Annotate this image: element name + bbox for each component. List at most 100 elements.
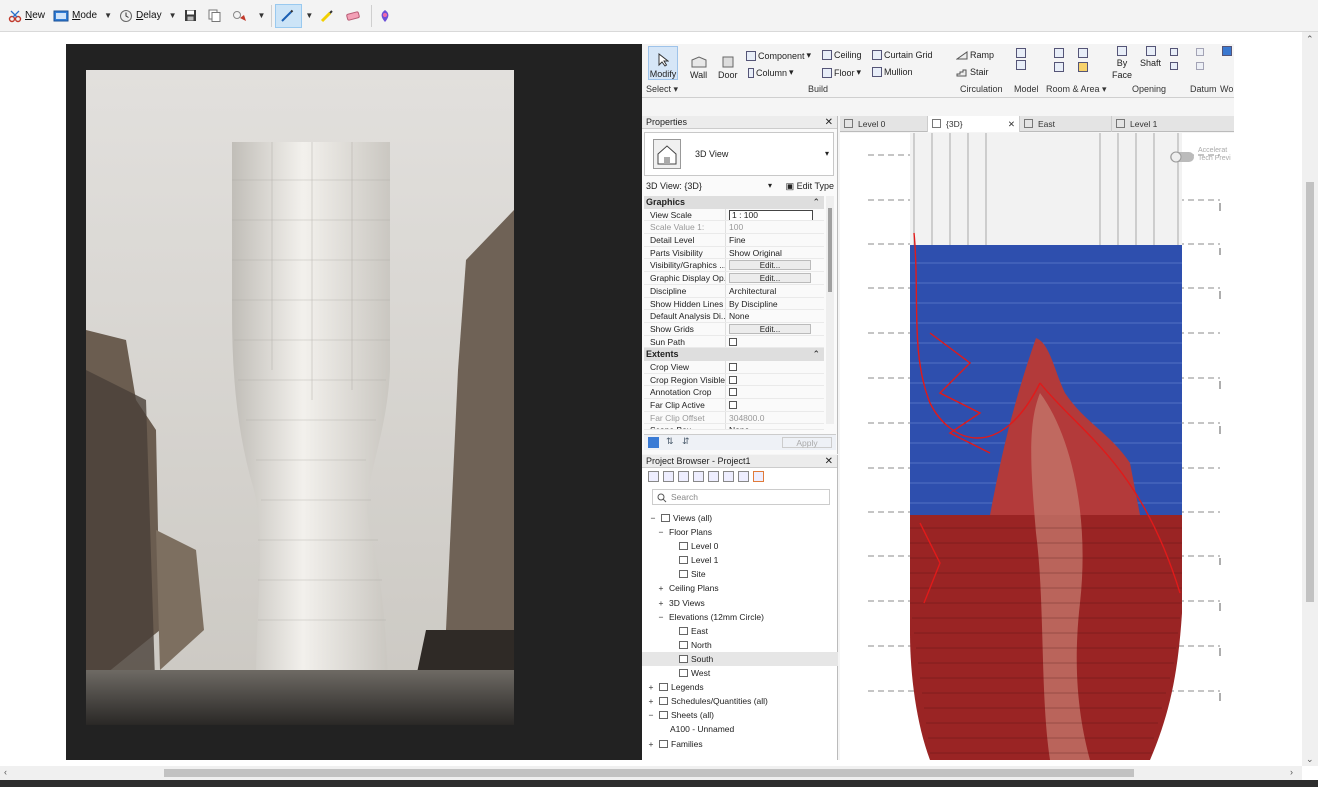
tree-node-schedules[interactable]: + Schedules/Quantities (all) [642, 694, 838, 708]
tree-node-level0[interactable]: Level 0 [642, 539, 838, 553]
close-icon[interactable]: ✕ [825, 116, 833, 129]
room-tool[interactable] [1054, 48, 1064, 72]
tree-node-families[interactable]: + Families [642, 737, 838, 751]
ramp-tool[interactable]: Ramp [956, 50, 994, 60]
close-icon[interactable]: ✕ [1008, 116, 1015, 132]
crop-view-checkbox[interactable] [729, 362, 737, 371]
link-icon[interactable] [753, 470, 764, 482]
prop-row[interactable]: Parts Visibility Show Original [644, 246, 824, 260]
far-clip-checkbox[interactable] [729, 401, 737, 409]
send-snip-button[interactable] [228, 4, 255, 28]
tree-node-site[interactable]: Site [642, 567, 838, 581]
properties-scrollbar[interactable] [826, 196, 834, 424]
stair-tool[interactable]: Stair [956, 67, 989, 77]
visibility-edit-button[interactable]: Edit... [729, 260, 811, 271]
tree-node-level1[interactable]: Level 1 [642, 553, 838, 567]
select-group-label[interactable]: Select ▾ [646, 84, 678, 95]
door-tool[interactable]: Door [718, 46, 738, 80]
prop-row[interactable]: Default Analysis Di... None [644, 310, 824, 323]
shaft-tool[interactable]: Shaft [1140, 46, 1161, 68]
tree-node-ceiling-plans[interactable]: + Ceiling Plans [642, 581, 838, 595]
vertical-scrollbar[interactable]: ⌃ ⌄ [1302, 32, 1318, 766]
schedule-icon[interactable] [678, 470, 689, 482]
chevron-down-icon[interactable]: ▾ [768, 179, 772, 193]
section-extents[interactable]: Extents ⌃ [644, 348, 824, 361]
vertical-scroll-thumb[interactable] [1306, 182, 1314, 602]
view-instance-selector[interactable]: 3D View: {3D} ▾ ▣ Edit Type [644, 179, 836, 193]
column-tool[interactable]: Column ▾ [748, 67, 794, 78]
tree-node-a100[interactable]: A100 - Unnamed [642, 722, 838, 736]
prop-row[interactable]: Discipline Architectural [644, 284, 824, 298]
plan-icon[interactable] [738, 470, 749, 482]
scroll-up-icon[interactable]: ⌃ [1306, 34, 1314, 45]
show-grids-edit-button[interactable]: Edit... [729, 323, 811, 334]
horizontal-scrollbar[interactable]: ‹ › [0, 766, 1302, 780]
ceiling-tool[interactable]: Ceiling [822, 50, 862, 60]
pen-button[interactable] [275, 3, 303, 28]
horizontal-scroll-thumb[interactable] [164, 769, 1134, 777]
work-plane-tool[interactable] [1222, 46, 1232, 56]
table-icon[interactable] [693, 470, 704, 482]
scroll-thumb[interactable] [828, 208, 832, 292]
tab-3d[interactable]: {3D} ✕ [928, 116, 1020, 132]
mode-dropdown-icon[interactable]: ▼ [101, 11, 115, 20]
wall-tool[interactable]: Wall [690, 46, 707, 80]
sort-az-icon[interactable]: ⇅ [666, 436, 674, 447]
scroll-left-icon[interactable]: ‹ [4, 767, 7, 777]
component-tool[interactable]: Component ▾ [746, 50, 811, 61]
tree-node-elevations[interactable]: − Elevations (12mm Circle) [642, 610, 838, 624]
sort-za-icon[interactable]: ⇵ [682, 436, 690, 447]
floor-tool[interactable]: Floor ▾ [822, 67, 861, 78]
tree-node-sheets[interactable]: − Sheets (all) [642, 708, 838, 722]
tree-node-west[interactable]: West [642, 666, 838, 680]
prop-row[interactable]: Show Hidden Lines By Discipline [644, 297, 824, 311]
annotation-crop-checkbox[interactable] [729, 388, 737, 397]
modify-tool[interactable]: Modify [648, 46, 678, 80]
chevron-down-icon[interactable]: ▾ [825, 149, 829, 158]
scroll-right-icon[interactable]: › [1290, 767, 1293, 777]
sun-path-checkbox[interactable] [729, 337, 737, 346]
save-button[interactable] [180, 4, 204, 28]
tab-level-1[interactable]: Level 1 [1112, 116, 1234, 132]
browser-search-input[interactable]: Search [652, 489, 830, 505]
close-icon[interactable]: ✕ [825, 455, 833, 468]
3d-viewport[interactable]: Accelerat Tech Previ [840, 133, 1234, 760]
tree-node-3d-views[interactable]: +3D Views [642, 596, 838, 610]
tree-node-south[interactable]: South [642, 651, 838, 667]
crop-region-checkbox[interactable] [729, 375, 737, 384]
paint-3d-button[interactable] [375, 4, 398, 28]
tree-node-views[interactable]: − Views (all) [642, 511, 838, 525]
sheet-icon[interactable] [708, 470, 719, 482]
apply-button[interactable]: Apply [782, 437, 832, 448]
by-face-tool[interactable]: By Face [1112, 46, 1132, 80]
categorized-icon[interactable] [648, 437, 659, 448]
tree-node-legends[interactable]: + Legends [642, 680, 838, 694]
tab-east[interactable]: East [1020, 116, 1112, 132]
scroll-down-icon[interactable]: ⌄ [1306, 754, 1314, 765]
section-graphics[interactable]: Graphics ⌃ [644, 196, 824, 209]
view-icon[interactable] [663, 470, 674, 482]
copy-button[interactable] [204, 4, 228, 28]
edit-type-button[interactable]: ▣ Edit Type [786, 179, 834, 193]
tree-node-north[interactable]: North [642, 638, 838, 652]
tree-node-floor-plans[interactable]: − Floor Plans [642, 525, 838, 539]
highlighter-button[interactable] [316, 4, 341, 28]
type-selector[interactable]: 3D View ▾ [644, 132, 834, 176]
graphic-display-edit-button[interactable]: Edit... [729, 273, 811, 284]
tag-room-tool[interactable] [1078, 48, 1088, 72]
pen-dropdown-icon[interactable]: ▼ [302, 11, 316, 20]
curtain-grid-tool[interactable]: Curtain Grid [872, 50, 933, 60]
prop-row[interactable]: Scope BoxNone [644, 424, 824, 431]
home-icon[interactable] [648, 470, 659, 482]
send-dropdown-icon[interactable]: ▼ [255, 11, 269, 20]
section-icon[interactable] [723, 470, 734, 482]
mullion-tool[interactable]: Mullion [872, 67, 913, 77]
tab-level-0[interactable]: Level 0 [840, 116, 928, 132]
accelerated-tech-preview-toggle[interactable]: Accelerat Tech Previ [1198, 147, 1231, 163]
view-scale-input[interactable]: 1 : 100 [729, 209, 813, 221]
tree-node-east[interactable]: East [642, 624, 838, 638]
level-tool[interactable] [1196, 48, 1204, 70]
opening-extra-tool[interactable] [1170, 48, 1178, 70]
model-text-tool[interactable] [1016, 48, 1026, 70]
eraser-button[interactable] [341, 4, 368, 28]
